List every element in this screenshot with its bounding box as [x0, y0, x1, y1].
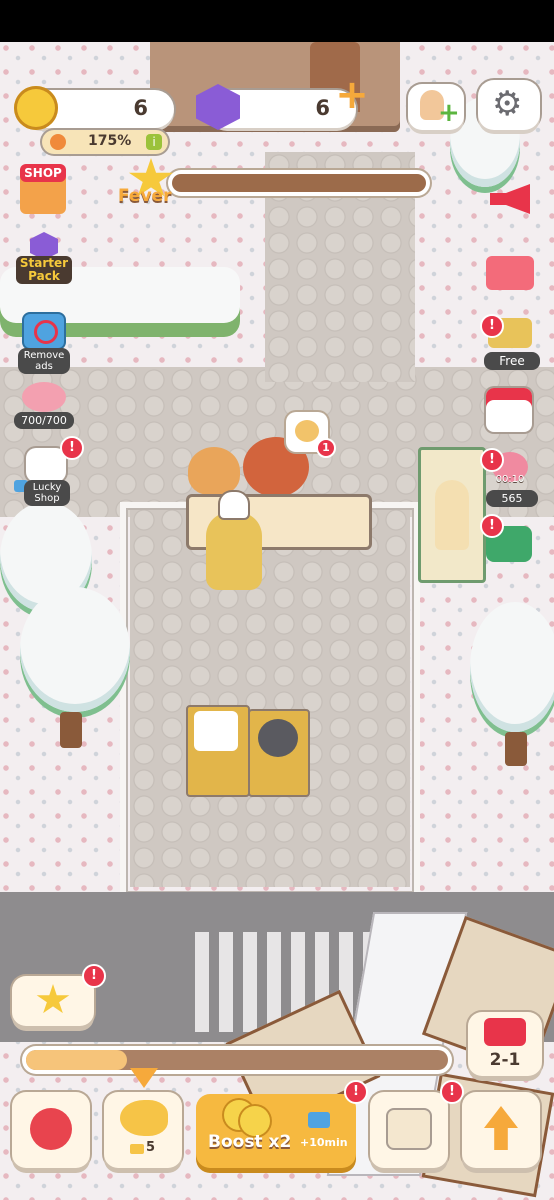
taiyaki-count: 5: [146, 1140, 156, 1155]
taiyaki-plate-icon: [194, 711, 238, 751]
ticket-icon: [130, 1144, 144, 1154]
upgrade-button[interactable]: [462, 1092, 540, 1168]
bouquet-alert-badge: !: [480, 448, 504, 472]
boost-button[interactable]: Boost x2 +10min: [196, 1094, 356, 1168]
status-bar: [0, 0, 554, 42]
profit-multiplier[interactable]: 175% i: [42, 130, 168, 154]
outfit-button[interactable]: [370, 1092, 448, 1168]
profit-coin-icon: [50, 134, 66, 150]
ice-cream-banner: [418, 447, 486, 583]
starter-pack-button[interactable]: Starter Pack: [16, 232, 72, 288]
outfit-alert-badge: !: [440, 1080, 464, 1104]
pan-icon: [258, 719, 298, 757]
announcement-button[interactable]: [484, 174, 534, 224]
taiyaki-fish-icon: [120, 1100, 168, 1136]
calendar-icon: [486, 388, 532, 432]
calendar-button[interactable]: [484, 384, 534, 436]
profit-percent: 175%: [88, 133, 132, 149]
star-rating-button[interactable]: [12, 976, 94, 1026]
star-alert-badge: !: [82, 964, 106, 988]
fever-bar-track: [172, 174, 426, 192]
taiyaki-station[interactable]: [186, 705, 250, 797]
lucky-shop-label: Lucky Shop: [24, 480, 70, 506]
yarn-button[interactable]: [12, 1092, 90, 1168]
taiyaki-order-icon: [295, 420, 319, 442]
coin-icon: [14, 86, 58, 130]
lucky-shop-alert-badge: !: [60, 436, 84, 460]
megaphone-icon: [490, 184, 530, 214]
shop-label: SHOP: [20, 164, 66, 182]
add-gems-plus-icon[interactable]: +: [334, 75, 370, 115]
free-label: Free: [484, 352, 540, 370]
piggy-bank-icon: [22, 382, 66, 412]
chef-character[interactable]: [206, 492, 262, 590]
tree-trunk: [60, 712, 82, 748]
boost-alert-badge: !: [344, 1080, 368, 1104]
snowy-tree: [20, 587, 130, 712]
order-count-badge: 1: [316, 438, 336, 458]
plus-icon: +: [438, 98, 460, 128]
gem-count: 6: [315, 96, 330, 120]
ice-cream-icon: [435, 480, 469, 550]
up-arrow-icon: [484, 1106, 518, 1150]
tree-trunk: [505, 732, 527, 766]
info-icon[interactable]: i: [146, 134, 162, 150]
settings-button[interactable]: ⚙: [478, 80, 540, 130]
snowy-tree: [470, 602, 554, 732]
video-ad-icon: [308, 1112, 330, 1128]
truck-icon: [484, 1018, 526, 1046]
remove-ads-label: Remove ads: [18, 348, 70, 374]
chef-hat-icon: [220, 492, 248, 518]
gear-icon: ⚙: [492, 84, 523, 124]
remove-ads-button[interactable]: Remove ads: [18, 314, 70, 374]
delivery-level-button[interactable]: 2-1: [468, 1012, 542, 1076]
tshirt-icon: [388, 1110, 430, 1148]
lucky-cat-icon: [26, 448, 66, 482]
boost-time: +10min: [300, 1136, 348, 1149]
piggy-bank-label: 700/700: [14, 412, 74, 429]
yarn-ball-icon: [30, 1108, 72, 1150]
level-label: 2-1: [489, 1050, 521, 1070]
level-progress-bar: [22, 1046, 452, 1074]
coin-count: 6: [133, 96, 148, 120]
boost-label: Boost x2: [208, 1132, 292, 1152]
free-alert-badge: !: [480, 314, 504, 338]
fever-bar: [168, 170, 430, 196]
piggy-bank-button[interactable]: 700/700: [14, 382, 74, 432]
bear-customer[interactable]: [188, 447, 240, 495]
taiyaki-button[interactable]: 5: [104, 1092, 182, 1168]
envelope-icon: [486, 256, 534, 290]
starter-pack-label: Starter Pack: [16, 256, 72, 284]
fever-label: Fever: [118, 186, 172, 206]
no-ads-icon: [24, 314, 64, 348]
cooking-pan-station[interactable]: [248, 709, 310, 797]
shop-button[interactable]: SHOP: [18, 164, 68, 214]
level-progress-fill: [26, 1050, 127, 1070]
bouquet-timer: 00:10: [495, 474, 525, 485]
bouquet-count: 565: [486, 490, 538, 507]
star-icon: [36, 984, 70, 1014]
mail-button[interactable]: [484, 252, 536, 296]
add-friend-button[interactable]: +: [408, 84, 464, 130]
plaza-curb: [120, 502, 420, 899]
prohibited-icon: [34, 320, 58, 344]
wallet-alert-badge: !: [480, 514, 504, 538]
